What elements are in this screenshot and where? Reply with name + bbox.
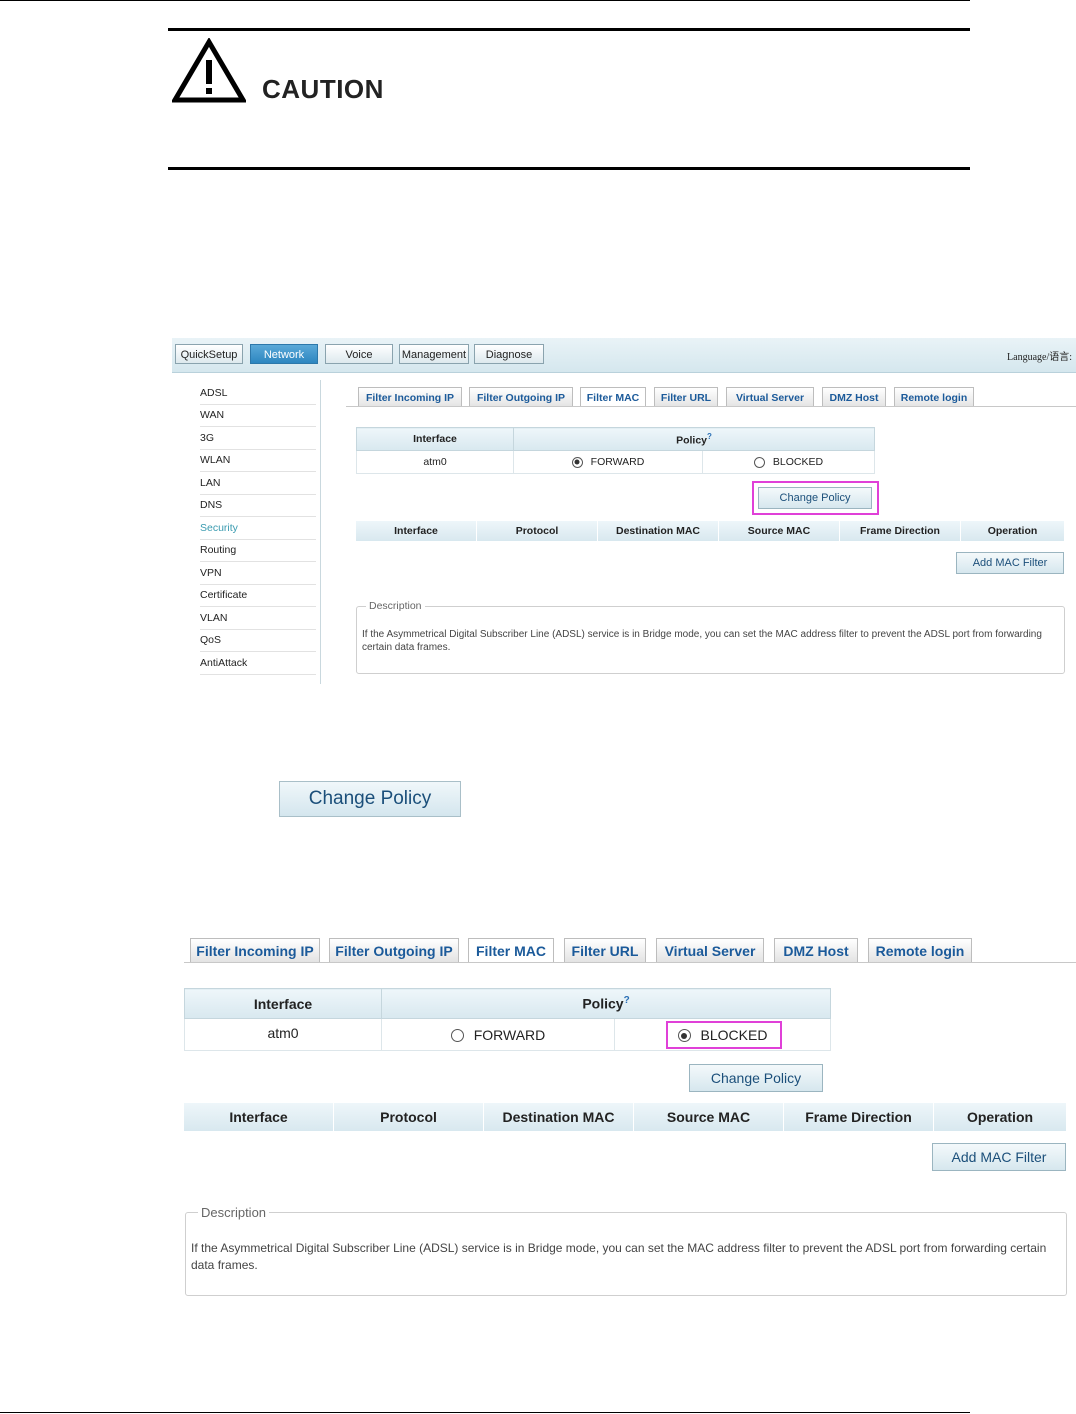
col-filter-interface: Interface — [356, 521, 477, 541]
change-policy-button[interactable]: Change Policy — [689, 1064, 823, 1092]
caution-bottom-rule — [168, 167, 970, 170]
tab-virtual-server[interactable]: Virtual Server — [656, 938, 764, 962]
add-mac-filter-button[interactable]: Add MAC Filter — [956, 552, 1064, 574]
blocked-highlight — [666, 1021, 782, 1049]
nav-network[interactable]: Network — [250, 344, 318, 364]
col-filter-protocol: Protocol — [333, 1103, 484, 1131]
sidebar-item-qos[interactable]: QoS — [200, 629, 316, 652]
forward-label: FORWARD — [473, 1026, 546, 1043]
tab-filter-incoming-ip[interactable]: Filter Incoming IP — [358, 387, 462, 407]
tab-filter-outgoing-ip[interactable]: Filter Outgoing IP — [469, 387, 573, 407]
router-screenshot-2: Filter Incoming IP Filter Outgoing IP Fi… — [184, 938, 1076, 1302]
nav-diagnose[interactable]: Diagnose — [474, 344, 544, 364]
caution-title: CAUTION — [262, 74, 384, 104]
nav-management[interactable]: Management — [399, 344, 469, 364]
router-screenshot-1: QuickSetup Network Voice Management Diag… — [172, 338, 1076, 684]
col-policy: Policy? — [381, 988, 831, 1019]
warning-icon — [172, 38, 246, 103]
nav-voice[interactable]: Voice — [325, 344, 393, 364]
sidebar-item-antiattack[interactable]: AntiAttack — [200, 652, 316, 675]
tab-remote-login[interactable]: Remote login — [894, 387, 974, 407]
help-icon[interactable]: ? — [707, 432, 712, 441]
sidebar-item-adsl[interactable]: ADSL — [200, 382, 316, 405]
tab-dmz-host[interactable]: DMZ Host — [774, 938, 858, 962]
forward-label: FORWARD — [590, 456, 645, 468]
sidebar-item-vpn[interactable]: VPN — [200, 562, 316, 585]
col-filter-operation: Operation — [933, 1103, 1067, 1131]
sidebar-item-wan[interactable]: WAN — [200, 404, 316, 427]
tab-filter-url[interactable]: Filter URL — [564, 938, 646, 962]
filter-table-header: Interface Protocol Destination MAC Sourc… — [356, 521, 1065, 541]
forward-radio[interactable] — [450, 1029, 464, 1043]
footer-rule — [0, 1412, 970, 1413]
top-nav-bar: QuickSetup Network Voice Management Diag… — [172, 338, 1076, 373]
col-policy-label: Policy — [676, 434, 708, 447]
tab-filter-incoming-ip[interactable]: Filter Incoming IP — [190, 938, 320, 962]
tab-filter-mac[interactable]: Filter MAC — [580, 387, 646, 407]
nav-quicksetup[interactable]: QuickSetup — [175, 344, 243, 364]
tab-filter-mac[interactable]: Filter MAC — [468, 938, 554, 962]
blocked-label: BLOCKED — [772, 456, 824, 468]
policy-interface-value: atm0 — [184, 1018, 382, 1051]
col-filter-frame-direction: Frame Direction — [839, 521, 961, 541]
sidebar-item-routing[interactable]: Routing — [200, 539, 316, 562]
policy-blocked-cell: BLOCKED — [702, 450, 875, 474]
tab-filter-outgoing-ip[interactable]: Filter Outgoing IP — [329, 938, 459, 962]
col-filter-protocol: Protocol — [476, 521, 598, 541]
change-policy-button-large[interactable]: Change Policy — [279, 781, 461, 817]
col-filter-source-mac: Source MAC — [633, 1103, 784, 1131]
col-interface: Interface — [356, 427, 514, 451]
sidebar-item-vlan[interactable]: VLAN — [200, 607, 316, 630]
sidebar-item-3g[interactable]: 3G — [200, 427, 316, 450]
blocked-radio[interactable] — [753, 456, 765, 468]
tab-virtual-server[interactable]: Virtual Server — [726, 387, 814, 407]
sidebar: ADSL WAN 3G WLAN LAN DNS Security Routin… — [174, 380, 321, 684]
description-legend: Description — [198, 1205, 270, 1220]
col-filter-destination-mac: Destination MAC — [597, 521, 719, 541]
tab-remote-login[interactable]: Remote login — [868, 938, 972, 962]
sidebar-item-security[interactable]: Security — [200, 517, 316, 540]
sidebar-item-dns[interactable]: DNS — [200, 494, 316, 517]
tab-dmz-host[interactable]: DMZ Host — [822, 387, 886, 407]
tab-bar: Filter Incoming IP Filter Outgoing IP Fi… — [358, 387, 1076, 407]
col-policy: Policy? — [513, 427, 875, 451]
policy-forward-cell: FORWARD — [381, 1018, 615, 1051]
add-mac-filter-button[interactable]: Add MAC Filter — [932, 1143, 1066, 1171]
col-filter-frame-direction: Frame Direction — [783, 1103, 934, 1131]
sidebar-item-certificate[interactable]: Certificate — [200, 584, 316, 607]
caution-top-rule — [168, 28, 970, 31]
tab-underline — [184, 962, 1076, 963]
description-text: If the Asymmetrical Digital Subscriber L… — [191, 1241, 1047, 1272]
help-icon[interactable]: ? — [624, 995, 630, 1006]
header-rule — [0, 0, 970, 1]
col-filter-source-mac: Source MAC — [718, 521, 840, 541]
col-filter-interface: Interface — [184, 1103, 334, 1131]
tab-filter-url[interactable]: Filter URL — [654, 387, 718, 407]
sidebar-item-lan[interactable]: LAN — [200, 472, 316, 495]
col-filter-operation: Operation — [960, 521, 1065, 541]
col-policy-label: Policy — [582, 995, 624, 1012]
description-text: If the Asymmetrical Digital Subscriber L… — [362, 629, 1042, 653]
language-label[interactable]: Language/语言: — [1007, 348, 1072, 363]
change-policy-highlight — [752, 481, 879, 515]
tab-bar: Filter Incoming IP Filter Outgoing IP Fi… — [190, 938, 1076, 962]
description-legend: Description — [366, 600, 425, 612]
col-interface: Interface — [184, 988, 382, 1019]
col-filter-destination-mac: Destination MAC — [483, 1103, 634, 1131]
policy-forward-cell: FORWARD — [513, 450, 703, 474]
filter-table-header: Interface Protocol Destination MAC Sourc… — [184, 1103, 1067, 1131]
sidebar-item-wlan[interactable]: WLAN — [200, 449, 316, 472]
policy-table: Interface Policy? atm0 FORWARD BLOCKED — [356, 427, 875, 474]
tab-underline — [346, 406, 1076, 407]
forward-radio[interactable] — [571, 456, 583, 468]
policy-interface-value: atm0 — [356, 450, 514, 474]
